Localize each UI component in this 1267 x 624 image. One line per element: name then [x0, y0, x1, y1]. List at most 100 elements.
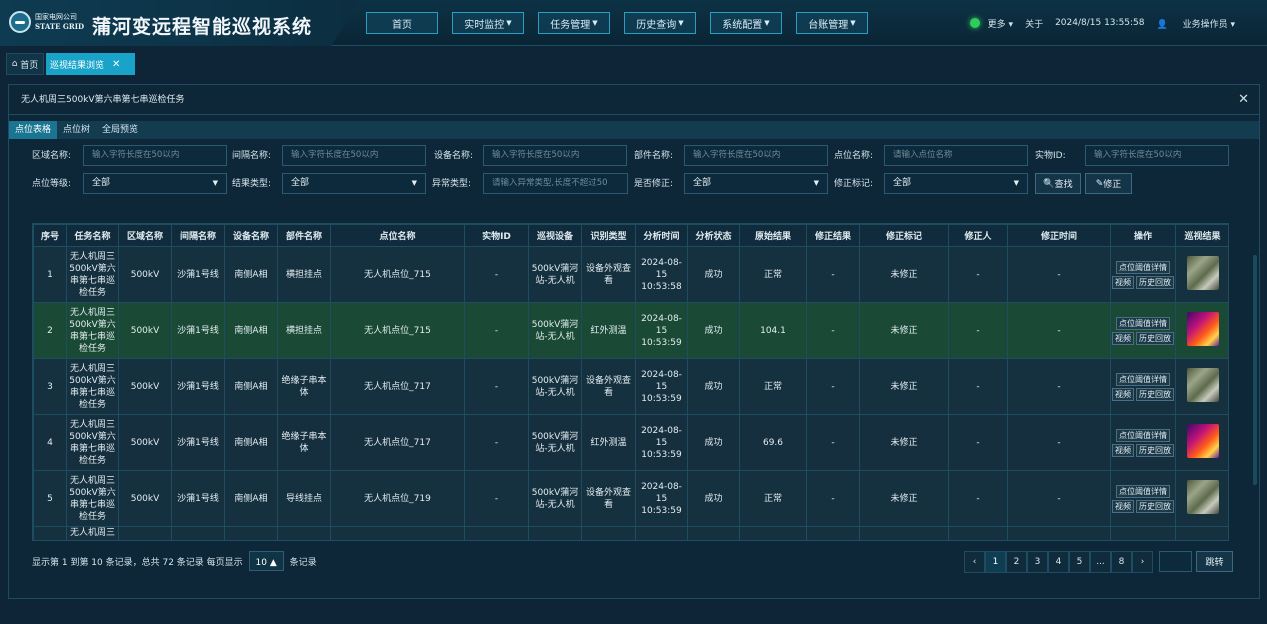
video-button[interactable]: 视频: [1112, 331, 1134, 345]
filter-label: 点位名称:: [834, 151, 874, 161]
tab-point-tree[interactable]: 点位树: [57, 121, 96, 139]
table-row[interactable]: 4 无人机周三500kV第六串第七串巡检任务 500kV 沙蒲1号线 南侧A相 绝缘子串本…: [33, 414, 1228, 471]
page-button[interactable]: 3: [1027, 551, 1048, 573]
visible-thumbnail-image[interactable]: [1186, 367, 1219, 402]
infrared-thumbnail-image[interactable]: [1186, 311, 1219, 346]
close-icon[interactable]: ✕: [1238, 92, 1249, 107]
history-playback-button[interactable]: 历史回放: [1136, 443, 1174, 457]
cell-patrol-device: 500kV蒲河站-无人机: [528, 246, 582, 303]
correct-button[interactable]: ✎ 修正: [1085, 173, 1132, 194]
chevron-down-icon: ▼: [1013, 179, 1019, 187]
more-menu[interactable]: 更多 ▾: [988, 17, 1013, 30]
result-panel: 无人机周三500kV第六串第七串巡检任务 ✕ 点位表格 点位树 全局预览 区域名…: [8, 84, 1260, 599]
header-right: 更多 ▾ 关于 2024/8/15 13:55:58 👤 业务操作员 ▾: [969, 16, 1247, 30]
page-size-select[interactable]: 10 ▲: [248, 551, 284, 571]
pagination-text-suffix: 条记录: [289, 558, 317, 568]
cell-fixer: -: [948, 246, 1008, 303]
page-button[interactable]: 4: [1048, 551, 1069, 573]
corrected-select[interactable]: 全部 ▼: [684, 173, 828, 194]
video-button[interactable]: 视频: [1112, 499, 1134, 513]
jump-button[interactable]: 跳转: [1196, 551, 1233, 572]
nav-config[interactable]: 系统配置 ▼: [710, 12, 782, 34]
bay-name-input[interactable]: 输入字符长度在50以内: [282, 145, 426, 166]
history-playback-button[interactable]: 历史回放: [1136, 331, 1174, 345]
history-playback-button[interactable]: 历史回放: [1136, 275, 1174, 289]
nav-ledger-label: 台账管理: [808, 19, 849, 31]
next-page-button[interactable]: ›: [1132, 551, 1153, 573]
video-button[interactable]: 视频: [1112, 443, 1134, 457]
cell-bay: [171, 526, 225, 540]
visible-thumbnail-image[interactable]: [1186, 479, 1219, 514]
video-button[interactable]: 视频: [1112, 387, 1134, 401]
nav-ledger[interactable]: 台账管理 ▼: [796, 12, 868, 34]
table-row[interactable]: 3 无人机周三500kV第六串第七串巡检任务 500kV 沙蒲1号线 南侧A相 绝缘子串本…: [33, 358, 1228, 415]
filter-label: 修正标记:: [834, 179, 874, 189]
table-row[interactable]: 5 无人机周三500kV第六串第七串巡检任务 500kV 沙蒲1号线 南侧A相 导线挂点无…: [33, 470, 1228, 527]
page-button[interactable]: 1: [985, 551, 1006, 573]
nav-history[interactable]: 历史查询 ▼: [624, 12, 696, 34]
table-row[interactable]: 1 无人机周三500kV第六串第七串巡检任务 500kV 沙蒲1号线 南侧A相 横担挂点无…: [33, 246, 1228, 303]
cell-time: [635, 526, 688, 540]
video-button[interactable]: 视频: [1112, 275, 1134, 289]
datetime: 2024/8/15 13:55:58: [1055, 18, 1145, 28]
mark-select[interactable]: 全部 ▼: [884, 173, 1028, 194]
level-select[interactable]: 全部 ▼: [83, 173, 227, 194]
cell-area: 500kV: [118, 246, 172, 303]
history-playback-button[interactable]: 历史回放: [1136, 387, 1174, 401]
history-playback-button[interactable]: 历史回放: [1136, 499, 1174, 513]
cell-no: 3: [33, 358, 67, 415]
cell-result-thumbnail: [1175, 414, 1228, 471]
cell-fixed: -: [806, 414, 860, 471]
chevron-down-icon: ▼: [813, 179, 819, 187]
area-name-input[interactable]: 输入字符长度在50以内: [83, 145, 227, 166]
close-icon[interactable]: ✕: [112, 59, 120, 70]
about-link[interactable]: 关于: [1025, 17, 1043, 30]
cell-object-id: -: [464, 470, 529, 527]
point-name-input[interactable]: 请输入点位名称: [884, 145, 1028, 166]
point-threshold-detail-button[interactable]: 点位阈值详情: [1116, 316, 1170, 330]
result-type-select[interactable]: 全部 ▼: [282, 173, 426, 194]
visible-thumbnail-image[interactable]: [1186, 255, 1219, 290]
home-icon: ⌂: [11, 59, 18, 69]
cell-fixed: -: [806, 302, 860, 359]
table-row[interactable]: 无人机周三 点位阈值详情: [33, 526, 1228, 540]
search-button[interactable]: 🔍 查找: [1035, 173, 1081, 194]
page-button[interactable]: 2: [1006, 551, 1027, 573]
abnormal-type-input[interactable]: 请输入异常类型,长度不超过50: [483, 173, 628, 194]
nav-home[interactable]: 首页: [366, 12, 438, 34]
table-scrollbar[interactable]: [1253, 255, 1257, 485]
user-menu[interactable]: 👤 业务操作员 ▾: [1157, 17, 1247, 30]
cell-patrol-device: 500kV蒲河站-无人机: [528, 470, 582, 527]
part-name-input[interactable]: 输入字符长度在50以内: [684, 145, 828, 166]
nav-realtime[interactable]: 实时监控 ▼: [452, 12, 524, 34]
table-row[interactable]: 2 无人机周三500kV第六串第七串巡检任务 500kV 沙蒲1号线 南侧A相 横担挂点无…: [33, 302, 1228, 359]
page-button[interactable]: 8: [1111, 551, 1132, 573]
column-header: 部件名称: [277, 224, 331, 247]
tab-home-label: 首页: [20, 60, 39, 71]
column-header: 区域名称: [118, 224, 172, 247]
tab-home[interactable]: ⌂ 首页: [6, 53, 44, 75]
cell-raw: 正常: [739, 470, 807, 527]
prev-page-button[interactable]: ‹: [964, 551, 985, 573]
cell-task: 无人机周三500kV第六串第七串巡检任务: [66, 302, 119, 359]
cell-device: 南侧A相: [224, 358, 278, 415]
tab-point-table[interactable]: 点位表格: [9, 121, 58, 139]
point-threshold-detail-button[interactable]: 点位阈值详情: [1116, 372, 1170, 386]
column-header: 巡视设备: [528, 224, 582, 247]
tab-inspection-results[interactable]: 巡视结果浏览 ✕: [46, 53, 135, 75]
view-tabs: 点位表格 点位树 全局预览: [9, 121, 1259, 139]
nav-task[interactable]: 任务管理 ▼: [538, 12, 610, 34]
point-threshold-detail-button[interactable]: 点位阈值详情: [1116, 428, 1170, 442]
point-threshold-detail-button[interactable]: 点位阈值详情: [1116, 484, 1170, 498]
logo-area: 国家电网公司 STATE GRID 蒲河变远程智能巡视系统: [0, 0, 360, 46]
point-threshold-detail-button[interactable]: 点位阈值详情: [1116, 260, 1170, 274]
cell-time: 2024-08-15 10:53:58: [635, 246, 688, 303]
cell-part: 横担挂点: [277, 246, 331, 303]
jump-page-input[interactable]: [1159, 551, 1192, 572]
object-id-input[interactable]: 输入字符长度在50以内: [1085, 145, 1229, 166]
device-name-input[interactable]: 输入字符长度在50以内: [483, 145, 627, 166]
infrared-thumbnail-image[interactable]: [1186, 423, 1219, 458]
tab-global-preview[interactable]: 全局预览: [96, 121, 144, 139]
page-button[interactable]: 5: [1069, 551, 1090, 573]
filter-label: 实物ID:: [1035, 151, 1066, 161]
